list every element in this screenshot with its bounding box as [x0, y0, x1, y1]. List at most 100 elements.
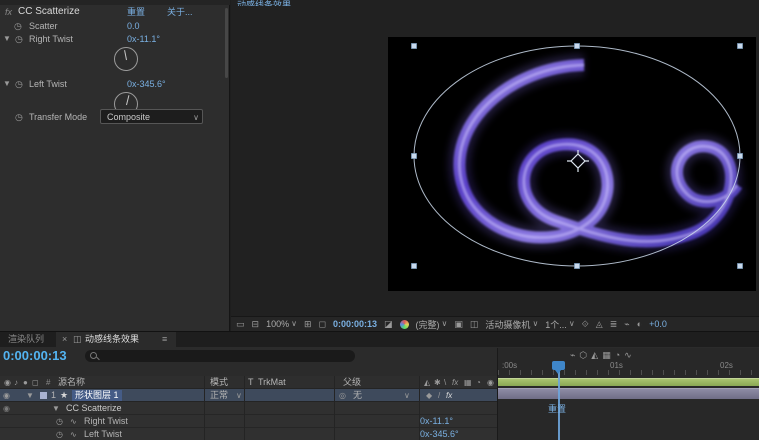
layer-color-label[interactable]: [40, 392, 47, 399]
effect-title[interactable]: CC Scatterize: [18, 7, 80, 17]
stopwatch-icon[interactable]: ◷: [56, 431, 63, 439]
always-preview-icon[interactable]: ▭: [236, 319, 245, 330]
viewer-timecode[interactable]: 0:00:00:13: [333, 319, 377, 329]
stopwatch-icon[interactable]: ◷: [14, 22, 22, 31]
effect-about-button[interactable]: 关于...: [167, 8, 193, 17]
selection-handle[interactable]: [738, 264, 743, 269]
fast-preview-icon[interactable]: ◬: [596, 319, 603, 330]
pixel-aspect-icon[interactable]: ⟐: [582, 319, 589, 330]
column-separator[interactable]: [334, 376, 335, 440]
selection-handle[interactable]: [738, 154, 743, 159]
effect-property-row[interactable]: ◷ ∿ Left Twist 0x-345.6°: [0, 428, 497, 440]
playhead-marker[interactable]: [552, 361, 565, 370]
close-icon[interactable]: ×: [62, 335, 67, 344]
param-value-left-twist[interactable]: 0x-345.6°: [127, 80, 166, 89]
audio-column-icon: ♪: [14, 379, 18, 387]
effect-enabled-eye-icon[interactable]: ◉: [3, 405, 10, 413]
layer-twirl-icon[interactable]: ▼: [26, 392, 34, 400]
camera-view-value: 活动摄像机: [485, 318, 530, 331]
shy-switch-header-icon: ◭: [424, 379, 430, 387]
effect-reset-button[interactable]: 重置: [127, 8, 145, 17]
zoom-select[interactable]: 100%∨: [266, 319, 297, 329]
work-area-bar[interactable]: [498, 378, 759, 386]
effect-group-row[interactable]: ◉ ▼ CC Scatterize: [0, 402, 497, 415]
selection-handle[interactable]: [575, 44, 580, 49]
column-separator[interactable]: [204, 376, 205, 440]
effect-group-name[interactable]: CC Scatterize: [66, 404, 122, 413]
layer-mode-select[interactable]: 正常: [210, 391, 228, 400]
timeline-effect-reset-button[interactable]: 重置: [548, 405, 566, 414]
primary-viewer-icon[interactable]: ⊟: [252, 319, 260, 330]
resolution-select[interactable]: (完整)∨: [416, 318, 448, 331]
view-layout-value: 1个...: [545, 318, 567, 331]
selection-handle[interactable]: [412, 44, 417, 49]
property-value-right-twist[interactable]: 0x-11.1°: [420, 417, 453, 426]
param-label-scatter: Scatter: [29, 22, 58, 31]
composition-viewer-panel: 动感线条效果: [231, 0, 759, 331]
selection-handle[interactable]: [738, 44, 743, 49]
column-separator[interactable]: [419, 376, 420, 440]
reset-exposure-icon[interactable]: ◐: [637, 319, 642, 329]
region-of-interest-icon[interactable]: ▣: [454, 319, 463, 330]
graph-toggle-icon[interactable]: ∿: [70, 418, 77, 426]
comp-mini-flowchart-icon[interactable]: ⌁: [570, 350, 575, 361]
layer-name[interactable]: 形状图层 1: [72, 390, 122, 401]
property-value-left-twist[interactable]: 0x-345.6°: [420, 430, 459, 439]
quality-slash-icon[interactable]: /: [438, 392, 440, 400]
param-value-scatter[interactable]: 0.0: [127, 22, 140, 31]
parent-pickwhip-icon[interactable]: ◎: [339, 392, 346, 400]
timeline-timecode[interactable]: 0:00:00:13: [3, 349, 67, 362]
timeline-search-field[interactable]: [85, 350, 355, 362]
viewer-tab[interactable]: 动感线条效果: [237, 0, 407, 6]
stopwatch-icon[interactable]: ◷: [15, 113, 23, 122]
effect-twirl-icon[interactable]: ▼: [52, 405, 60, 413]
snapshot-icon[interactable]: ◪: [384, 319, 393, 330]
effect-property-row[interactable]: ◷ ∿ Right Twist 0x-11.1°: [0, 415, 497, 428]
selection-handle[interactable]: [412, 264, 417, 269]
layer-fx-switch-icon[interactable]: fx: [446, 392, 452, 400]
parent-column-header: 父级: [343, 378, 361, 387]
motion-blur-icon[interactable]: ◔: [615, 350, 620, 361]
param-value-right-twist[interactable]: 0x-11.1°: [127, 35, 160, 44]
graph-editor-icon[interactable]: ∿: [624, 350, 632, 361]
parent-select[interactable]: 无: [353, 391, 362, 400]
panel-menu-icon[interactable]: ≡: [162, 335, 167, 344]
frame-blend-icon[interactable]: ▦: [602, 350, 611, 361]
tab-comp-active[interactable]: × ◫ 动感线条效果 ≡: [56, 332, 176, 347]
draft-3d-icon[interactable]: ⬡: [579, 350, 587, 361]
transfer-mode-select[interactable]: Composite ∨: [100, 109, 203, 124]
quality-switch-icon[interactable]: ◆: [426, 392, 432, 400]
stopwatch-icon[interactable]: ◷: [15, 80, 23, 89]
layer-duration-bar[interactable]: [498, 388, 759, 399]
twirl-icon[interactable]: ▼: [3, 80, 11, 88]
selection-handle[interactable]: [575, 264, 580, 269]
tab-render-queue[interactable]: 渲染队列: [8, 335, 44, 344]
shy-icon[interactable]: ◭: [591, 350, 598, 361]
layer-visibility-eye-icon[interactable]: ◉: [3, 392, 10, 400]
time-ruler[interactable]: [498, 362, 759, 375]
mask-visibility-icon[interactable]: ◻: [319, 319, 326, 330]
fx-badge-icon: fx: [5, 8, 12, 17]
panel-scrollbar[interactable]: [225, 8, 228, 78]
stopwatch-icon[interactable]: ◷: [15, 35, 23, 44]
exposure-value[interactable]: +0.0: [649, 319, 667, 329]
chevron-down-icon: ∨: [532, 320, 538, 328]
twirl-icon[interactable]: ▼: [3, 35, 11, 43]
video-column-icon: ◉: [4, 379, 11, 387]
flowchart-icon[interactable]: ⌁: [624, 319, 629, 330]
timeline-button-icon[interactable]: ≣: [610, 319, 618, 330]
quality-switch-header-icon: \: [444, 379, 446, 387]
camera-view-select[interactable]: 活动摄像机∨: [485, 318, 538, 331]
right-twist-dial[interactable]: [114, 47, 138, 71]
layer-row[interactable]: ◉ ▼ 1 ★ 形状图层 1 正常 ∨ ◎ 无 ∨ ◆ / fx: [0, 389, 497, 402]
channels-icon[interactable]: [400, 320, 409, 329]
transparency-grid-icon[interactable]: ◫: [470, 319, 479, 330]
solo-column-icon: ●: [23, 379, 28, 387]
column-separator[interactable]: [244, 376, 245, 440]
stopwatch-icon[interactable]: ◷: [56, 418, 63, 426]
composition-canvas[interactable]: [388, 37, 756, 291]
graph-toggle-icon[interactable]: ∿: [70, 431, 77, 439]
selection-handle[interactable]: [412, 154, 417, 159]
view-layout-select[interactable]: 1个...∨: [545, 318, 574, 331]
grid-options-icon[interactable]: ⊞: [304, 319, 312, 330]
